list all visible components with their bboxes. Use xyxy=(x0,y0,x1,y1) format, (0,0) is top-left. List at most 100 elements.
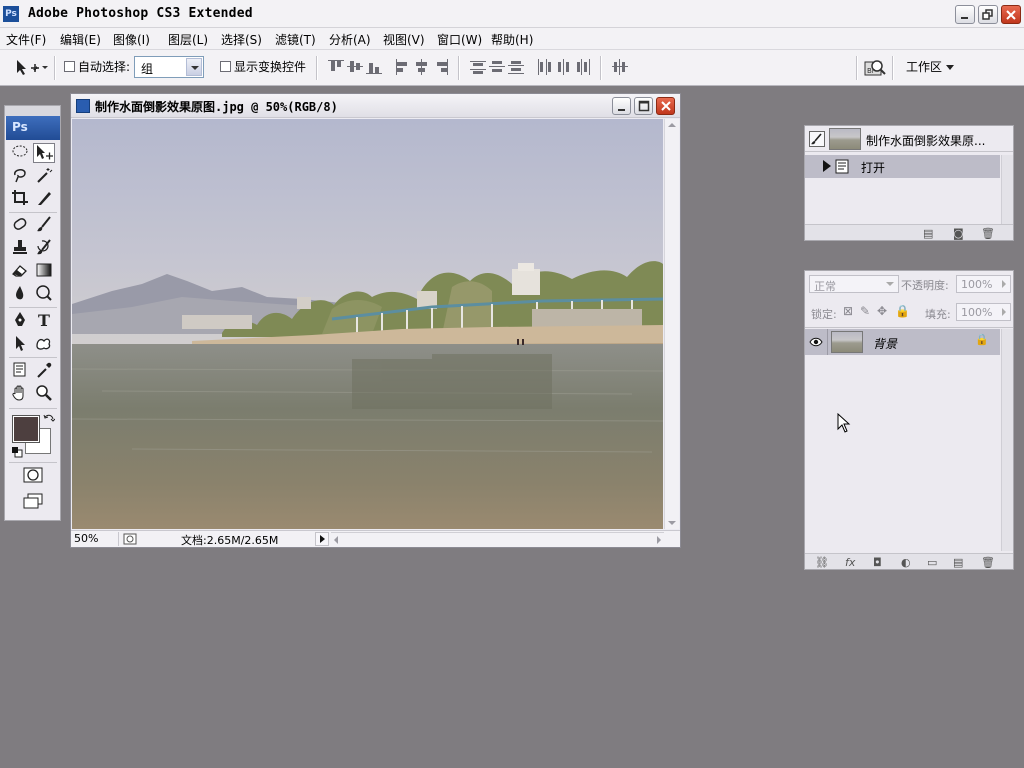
menu-analysis[interactable]: 分析(A) xyxy=(329,31,371,48)
status-menu-icon[interactable] xyxy=(123,533,137,545)
distribute-top-icon[interactable] xyxy=(470,59,486,75)
scroll-down-icon[interactable] xyxy=(668,521,676,525)
type-tool-icon[interactable]: T xyxy=(33,311,55,331)
document-titlebar[interactable]: 制作水面倒影效果原图.jpg @ 50%(RGB/8) xyxy=(71,94,680,118)
delete-icon[interactable]: 🗑 xyxy=(981,227,995,240)
lock-image-icon[interactable]: ✎ xyxy=(860,304,870,318)
doc-maximize-button[interactable] xyxy=(634,97,653,115)
marquee-tool-icon[interactable] xyxy=(9,143,31,163)
lock-all-icon[interactable]: 🔒 xyxy=(895,304,910,318)
notes-tool-icon[interactable] xyxy=(9,361,31,381)
status-info-arrow-icon[interactable] xyxy=(315,532,329,546)
slice-tool-icon[interactable] xyxy=(33,189,55,209)
lock-transparent-icon[interactable]: ⊠ xyxy=(843,304,853,318)
bridge-icon[interactable]: Br xyxy=(864,58,888,78)
fill-field[interactable]: 100% xyxy=(956,303,1011,321)
image-canvas[interactable] xyxy=(72,119,663,529)
adjustment-layer-icon[interactable]: ◐ xyxy=(901,556,911,569)
auto-select-dropdown[interactable]: 组 xyxy=(134,56,204,78)
align-bottom-icon[interactable] xyxy=(366,59,382,75)
custom-shape-tool-icon[interactable] xyxy=(33,334,55,354)
align-top-icon[interactable] xyxy=(328,59,344,75)
tool-preset-arrow-icon[interactable] xyxy=(42,66,48,69)
eraser-tool-icon[interactable] xyxy=(9,261,31,281)
layer-style-icon[interactable]: fx xyxy=(845,556,855,569)
align-vertical-center-icon[interactable] xyxy=(347,59,363,75)
distribute-right-icon[interactable] xyxy=(575,59,591,75)
distribute-vertical-center-icon[interactable] xyxy=(489,59,505,75)
move-tool-preset-icon[interactable] xyxy=(14,58,44,78)
close-button[interactable] xyxy=(1001,5,1021,24)
scroll-right-icon[interactable] xyxy=(657,536,661,544)
doc-close-button[interactable] xyxy=(656,97,675,115)
show-transform-checkbox[interactable] xyxy=(220,61,231,72)
swap-colors-icon[interactable] xyxy=(43,413,56,425)
gradient-tool-icon[interactable] xyxy=(33,261,55,281)
menu-window[interactable]: 窗口(W) xyxy=(437,31,482,48)
brush-tool-icon[interactable] xyxy=(33,215,55,235)
scroll-up-icon[interactable] xyxy=(668,123,676,127)
zoom-tool-icon[interactable] xyxy=(33,384,55,404)
crop-tool-icon[interactable] xyxy=(9,189,31,209)
menu-layer[interactable]: 图层(L) xyxy=(168,31,208,48)
link-layers-icon[interactable]: ⛓ xyxy=(815,556,829,569)
layer-row-background[interactable]: 背景 🔒 xyxy=(805,329,1000,355)
distribute-left-icon[interactable] xyxy=(537,59,553,75)
menu-file[interactable]: 文件(F) xyxy=(6,31,46,48)
distribute-bottom-icon[interactable] xyxy=(508,59,524,75)
horizontal-scrollbar[interactable] xyxy=(331,532,664,546)
align-left-icon[interactable] xyxy=(395,59,411,75)
move-tool-icon[interactable] xyxy=(33,143,55,163)
lasso-tool-icon[interactable] xyxy=(9,166,31,186)
new-layer-icon[interactable]: ▤ xyxy=(953,556,963,569)
eyedropper-tool-icon[interactable] xyxy=(33,361,55,381)
default-colors-icon[interactable] xyxy=(11,446,23,458)
workspace-button[interactable]: 工作区 xyxy=(900,56,964,78)
healing-brush-tool-icon[interactable] xyxy=(9,215,31,235)
menu-select[interactable]: 选择(S) xyxy=(221,31,262,48)
quick-mask-icon[interactable] xyxy=(22,466,44,486)
minimize-button[interactable] xyxy=(955,5,975,24)
dodge-tool-icon[interactable] xyxy=(33,284,55,304)
menu-edit[interactable]: 编辑(E) xyxy=(60,31,101,48)
menu-filter[interactable]: 滤镜(T) xyxy=(275,31,316,48)
menu-help[interactable]: 帮助(H) xyxy=(491,31,533,48)
history-snapshot-row[interactable]: 制作水面倒影效果原... xyxy=(805,126,1013,152)
new-snapshot-icon[interactable]: ◙ xyxy=(953,227,964,240)
blur-tool-icon[interactable] xyxy=(9,284,31,304)
pen-tool-icon[interactable] xyxy=(9,311,31,331)
foreground-color-swatch[interactable] xyxy=(12,415,40,443)
restore-button[interactable] xyxy=(978,5,998,24)
hand-tool-icon[interactable] xyxy=(9,384,31,404)
history-scrollbar[interactable] xyxy=(1001,155,1013,225)
layer-name[interactable]: 背景 xyxy=(873,335,897,352)
toolbox-grip[interactable] xyxy=(5,106,60,116)
vertical-scrollbar[interactable] xyxy=(664,119,679,529)
new-group-icon[interactable]: ▭ xyxy=(927,556,937,569)
path-selection-tool-icon[interactable] xyxy=(9,334,31,354)
zoom-level-field[interactable]: 50% xyxy=(73,532,119,546)
eye-visibility-icon[interactable] xyxy=(809,335,823,349)
history-state-open[interactable]: 打开 xyxy=(805,155,1000,178)
clone-stamp-tool-icon[interactable] xyxy=(9,238,31,258)
history-brush-source-icon[interactable] xyxy=(809,131,825,147)
scroll-left-icon[interactable] xyxy=(334,536,338,544)
distribute-horizontal-center-icon[interactable] xyxy=(556,59,572,75)
layer-mask-icon[interactable]: ◘ xyxy=(873,556,882,569)
doc-minimize-button[interactable] xyxy=(612,97,631,115)
delete-layer-icon[interactable]: 🗑 xyxy=(981,556,995,569)
history-brush-tool-icon[interactable] xyxy=(33,238,55,258)
auto-align-layers-icon[interactable] xyxy=(612,59,628,75)
layers-scrollbar[interactable] xyxy=(1001,329,1013,551)
align-right-icon[interactable] xyxy=(433,59,449,75)
screen-mode-icon[interactable] xyxy=(22,492,44,512)
magic-wand-tool-icon[interactable] xyxy=(33,166,55,186)
align-horizontal-center-icon[interactable] xyxy=(414,59,430,75)
opacity-field[interactable]: 100% xyxy=(956,275,1011,293)
blend-mode-dropdown[interactable]: 正常 xyxy=(809,275,899,293)
lock-position-icon[interactable]: ✥ xyxy=(877,304,887,318)
auto-select-checkbox[interactable] xyxy=(64,61,75,72)
new-document-from-state-icon[interactable]: ▤ xyxy=(923,227,933,240)
menu-view[interactable]: 视图(V) xyxy=(383,31,425,48)
menu-image[interactable]: 图像(I) xyxy=(113,31,150,48)
